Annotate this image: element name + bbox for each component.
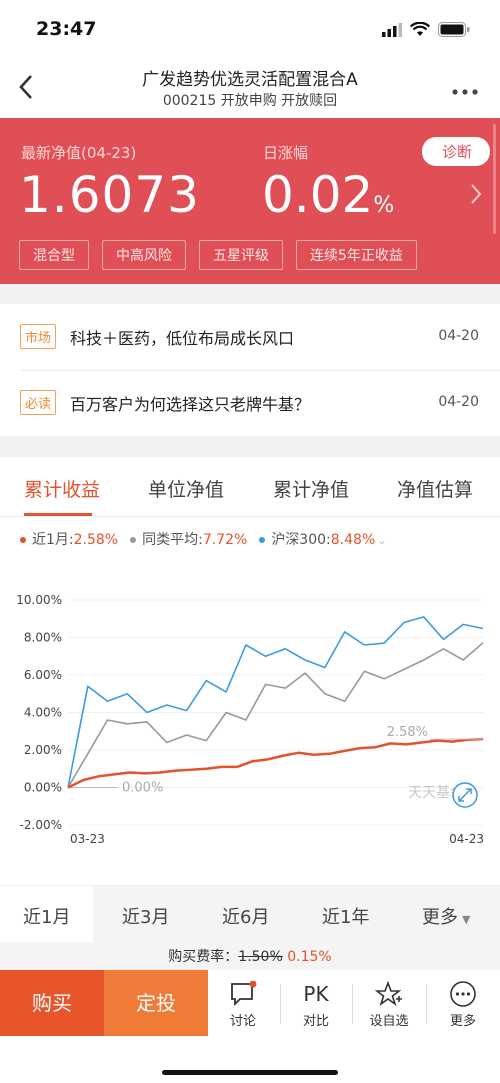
nav-header: 广发趋势优选灵活配置混合A 000215 开放申购 开放赎回: [0, 58, 500, 118]
legend-category-label: 同类平均:: [142, 532, 203, 548]
range-1y[interactable]: 近1年: [322, 903, 369, 929]
legend-category-value: 7.72%: [202, 532, 248, 548]
news-date: 04-20: [438, 394, 479, 410]
legend-hs300-value: 8.48%: [330, 532, 376, 548]
diagnose-button[interactable]: 诊断: [421, 137, 490, 166]
series-line-hs300: [67, 616, 484, 788]
range-6m[interactable]: 近6月: [222, 903, 269, 929]
news-date: 04-20: [438, 328, 479, 344]
discuss-button[interactable]: 讨论: [208, 978, 278, 1029]
status-time: 23:47: [36, 18, 97, 40]
more-label: 更多: [449, 1014, 476, 1029]
news-list: 市场 科技＋医药，低位布局成长风口 04-20 必读 百万客户为何选择这只老牌牛…: [0, 304, 500, 436]
daily-change-label: 日涨幅: [263, 144, 309, 162]
y-tick-label: 6.00%: [24, 668, 62, 682]
discuss-label: 讨论: [229, 1014, 256, 1029]
add-watchlist-button[interactable]: 设自选: [354, 978, 424, 1029]
range-3m[interactable]: 近3月: [122, 903, 169, 929]
legend-fund-value: 2.58%: [73, 532, 119, 548]
divider: [426, 984, 427, 1024]
x-tick-label: 04-23: [449, 832, 484, 846]
y-tick-label: 8.00%: [24, 631, 62, 645]
fund-code-status: 000215 开放申购 开放赎回: [162, 93, 338, 109]
range-1m[interactable]: 近1月: [0, 886, 94, 942]
signal-icon: [382, 22, 402, 37]
y-tick-label: -2.00%: [20, 818, 62, 832]
tag-rating: 五星评级: [199, 240, 283, 270]
fund-tags: 混合型 中高风险 五星评级 连续5年正收益: [19, 240, 417, 270]
compare-label: 对比: [302, 1014, 329, 1029]
news-badge: 必读: [20, 390, 57, 415]
more-button[interactable]: 更多: [428, 978, 498, 1029]
compare-button[interactable]: PK 对比: [281, 978, 351, 1029]
battery-icon: [438, 22, 470, 37]
tab-unit-nav[interactable]: 单位净值: [148, 475, 224, 502]
news-badge: 市场: [20, 324, 57, 349]
news-item[interactable]: 必读 百万客户为何选择这只老牌牛基？ 04-20: [0, 370, 500, 436]
return-line-chart[interactable]: 10.00% 8.00% 6.00% 4.00% 2.00% 0.00% -2.00% 03-…: [0, 579, 500, 885]
fee-original: 1.50%: [238, 949, 283, 965]
scroll-indicator: [493, 124, 496, 234]
home-indicator: [162, 1070, 338, 1075]
star-plus-icon: [375, 981, 402, 1007]
tab-cumulative-nav[interactable]: 累计净值: [273, 475, 349, 502]
fund-summary-card[interactable]: 最新净值(04-23) 日涨幅 1.6073 0.02% 诊断 混合型 中高风险…: [0, 118, 500, 284]
fund-name: 广发趋势优选灵活配置混合A: [142, 70, 358, 90]
performance-chart-card: 累计收益 单位净值 累计净值 净值估算 近1月:2.58% 同类平均:7.72%…: [0, 457, 500, 885]
y-tick-label: 2.00%: [24, 743, 62, 757]
range-more[interactable]: 更多 ▼: [422, 903, 470, 929]
news-title: 科技＋医药，低位布局成长风口: [70, 329, 295, 348]
purchase-fee: 购买费率：1.50% 0.15%: [0, 942, 500, 970]
legend-hs300-label: 沪深300:: [271, 532, 331, 548]
series-line-category-avg: [67, 642, 484, 788]
y-tick-label: 4.00%: [24, 706, 62, 720]
chart-tabs: 累计收益 单位净值 累计净值 净值估算: [0, 457, 500, 517]
y-tick-label: 0.00%: [24, 781, 62, 795]
buy-button[interactable]: 购买: [0, 970, 104, 1036]
more-circle-icon: [450, 981, 476, 1007]
x-tick-label: 03-23: [70, 832, 105, 846]
fixed-invest-button[interactable]: 定投: [104, 970, 208, 1036]
tag-type: 混合型: [19, 240, 89, 270]
news-title: 百万客户为何选择这只老牌牛基？: [70, 395, 311, 414]
chevron-right-icon[interactable]: [470, 178, 482, 213]
status-icons: [382, 22, 470, 37]
annotation-start: 0.00%: [122, 781, 163, 796]
more-dots-icon: [452, 89, 478, 95]
fee-label: 购买费率：: [168, 949, 239, 965]
time-range-selector: 近1月 近3月 近6月 近1年 更多 ▼: [0, 886, 500, 942]
more-options-button[interactable]: [452, 76, 478, 101]
daily-change-unit: %: [373, 193, 395, 218]
chat-bubble-icon: [231, 981, 257, 1007]
legend-category-avg: 同类平均:7.72%: [130, 529, 247, 549]
tab-nav-estimate[interactable]: 净值估算: [397, 475, 473, 502]
bottom-action-bar: 购买 定投 讨论 PK 对比 设自选 更多: [0, 970, 500, 1083]
tag-positive-years: 连续5年正收益: [296, 240, 417, 270]
legend-fund-label: 近1月:: [32, 532, 74, 548]
annotation-end: 2.58%: [387, 725, 428, 740]
divider: [352, 984, 353, 1024]
legend-fund: 近1月:2.58%: [20, 529, 118, 549]
y-tick-label: 10.00%: [16, 593, 62, 607]
add-watchlist-label: 设自选: [369, 1014, 409, 1029]
tag-risk: 中高风险: [102, 240, 186, 270]
active-tab-underline: [24, 513, 92, 516]
daily-change-value: 0.02%: [262, 166, 394, 224]
status-bar: 23:47: [0, 0, 500, 58]
pk-icon: PK: [303, 982, 329, 1006]
chevron-down-icon: ⌄: [377, 534, 387, 547]
daily-change-number: 0.02: [262, 166, 374, 224]
tab-cumulative-return[interactable]: 累计收益: [24, 475, 100, 502]
news-item[interactable]: 市场 科技＋医药，低位布局成长风口 04-20: [0, 304, 500, 371]
latest-nav-value: 1.6073: [19, 166, 200, 224]
wifi-icon: [410, 22, 430, 36]
legend-hs300: 沪深300:8.48% ⌄: [259, 529, 386, 549]
range-more-label: 更多: [422, 907, 458, 928]
caret-down-icon: ▼: [462, 913, 471, 926]
latest-nav-label: 最新净值(04-23): [21, 144, 137, 162]
fee-current: 0.15%: [287, 949, 332, 965]
chart-legend[interactable]: 近1月:2.58% 同类平均:7.72% 沪深300:8.48% ⌄: [20, 529, 480, 549]
